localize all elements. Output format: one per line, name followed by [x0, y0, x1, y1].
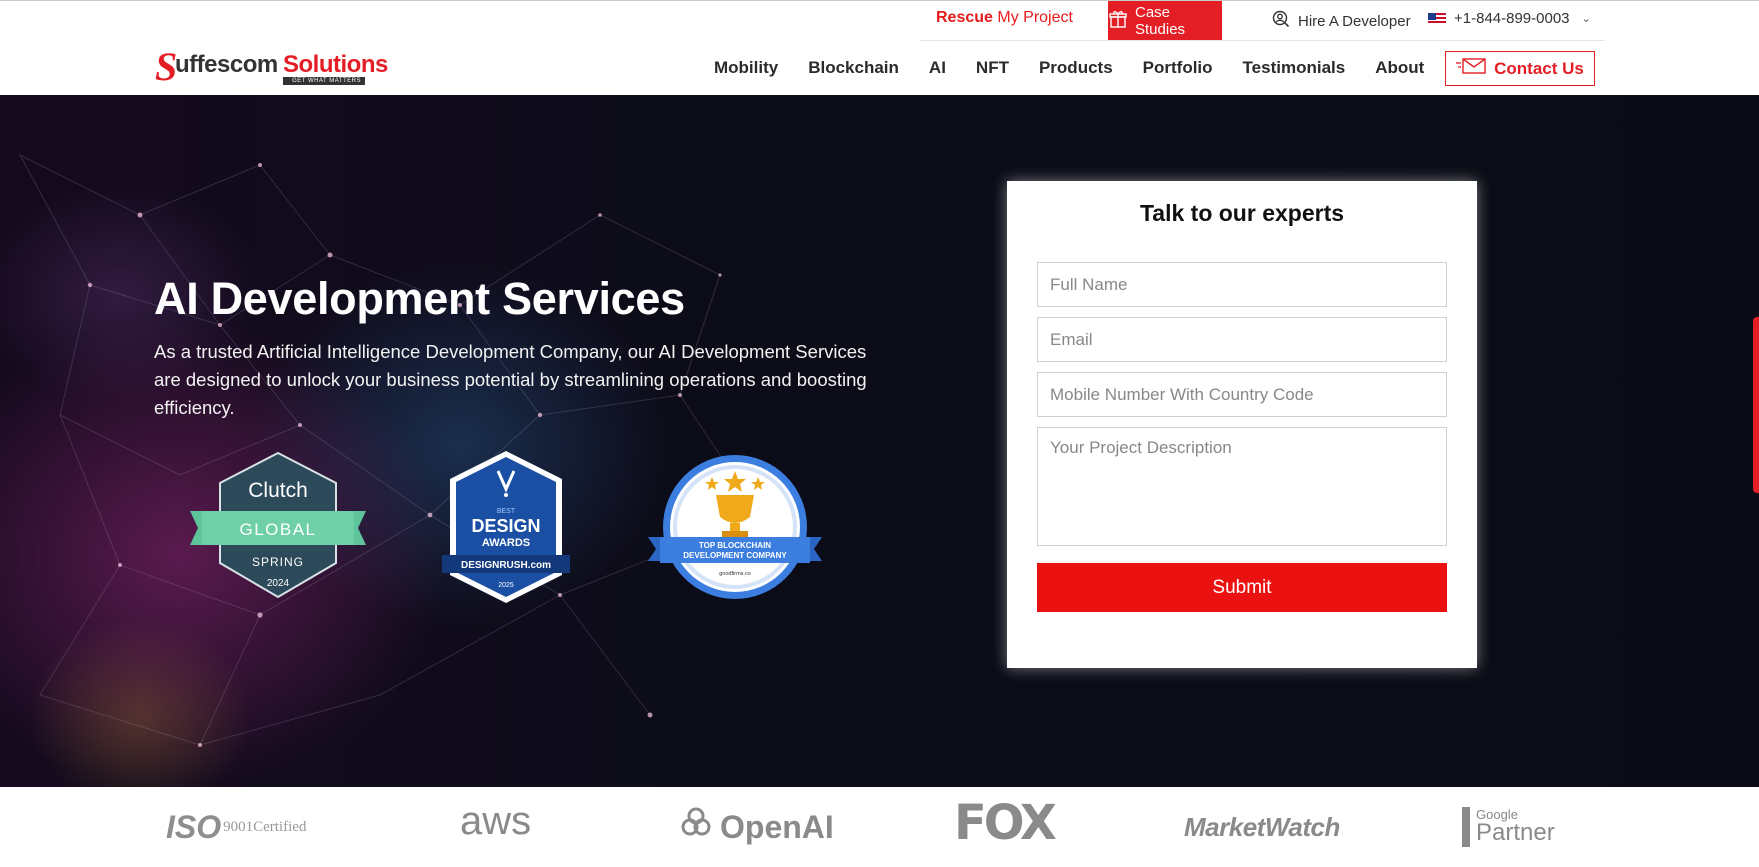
contact-form-card: Talk to our experts Full Name Email Mobi…: [1007, 181, 1477, 668]
openai-knot-icon: [678, 805, 714, 849]
nav-item-products[interactable]: Products: [1039, 58, 1113, 78]
goodfirms-site: goodfirms.co: [719, 571, 751, 577]
nav-item-about[interactable]: About: [1375, 58, 1424, 78]
aws-logo: aws: [460, 797, 531, 845]
nav-item-mobility[interactable]: Mobility: [714, 58, 778, 78]
project-description-textarea[interactable]: Your Project Description: [1037, 427, 1447, 546]
hero-title: AI Development Services: [154, 273, 685, 324]
nav-item-portfolio[interactable]: Portfolio: [1143, 58, 1213, 78]
design-top: BEST: [497, 508, 516, 515]
nav-item-testimonials[interactable]: Testimonials: [1243, 58, 1346, 78]
clutch-global-badge: Clutch GLOBAL SPRING 2024: [186, 451, 370, 599]
rescue-label: Rescue: [936, 9, 993, 26]
logo-tagline: GET WHAT MATTERS: [283, 77, 365, 85]
main-nav: Mobility Blockchain AI NFT Products Port…: [714, 58, 1454, 78]
envelope-icon: [1456, 57, 1486, 80]
case-studies-button[interactable]: Case Studies: [1108, 1, 1222, 40]
rescue-my-project-link[interactable]: Rescue My Project: [936, 9, 1073, 27]
mobile-number-input[interactable]: Mobile Number With Country Code: [1037, 372, 1447, 417]
google-partner-bar: [1462, 807, 1470, 847]
openai-text: OpenAI: [720, 808, 834, 845]
hire-developer-label: Hire A Developer: [1298, 12, 1411, 30]
nav-item-nft[interactable]: NFT: [976, 58, 1009, 78]
phone-number: +1-844-899-0003: [1454, 10, 1570, 27]
top-bar: Rescue My Project Case Studies Hire A De…: [920, 1, 1605, 41]
case-studies-label: Case Studies: [1135, 3, 1186, 38]
iso-certified-logo: ISO 9001Certified: [166, 803, 306, 851]
nav-item-blockchain[interactable]: Blockchain: [808, 58, 899, 78]
contact-us-button[interactable]: Contact Us: [1445, 51, 1595, 86]
fox-text: FOX: [954, 795, 1057, 851]
phone-selector[interactable]: +1-844-899-0003 ⌄: [1428, 10, 1591, 27]
iso-text: ISO: [166, 808, 222, 845]
chevron-down-icon: ⌄: [1581, 13, 1591, 25]
email-input[interactable]: Email: [1037, 317, 1447, 362]
goodfirms-line2: DEVELOPMENT COMPANY: [683, 551, 787, 560]
partner-text: Partner: [1476, 819, 1555, 846]
clutch-year: 2024: [267, 578, 290, 589]
contact-us-label: Contact Us: [1494, 58, 1584, 78]
user-search-icon: [1272, 10, 1290, 32]
goodfirms-badge: TOP BLOCKCHAIN DEVELOPMENT COMPANY goodf…: [648, 453, 822, 601]
design-year: 2025: [498, 582, 514, 589]
hire-developer-link[interactable]: Hire A Developer: [1272, 10, 1411, 32]
clutch-name: Clutch: [248, 479, 308, 502]
aws-text: aws: [460, 798, 532, 843]
goodfirms-line1: TOP BLOCKCHAIN: [699, 541, 771, 550]
nav-item-ai[interactable]: AI: [929, 58, 946, 78]
us-flag-icon: [1428, 12, 1446, 25]
form-heading: Talk to our experts: [1139, 200, 1345, 226]
logo-initial: S: [155, 44, 178, 89]
openai-logo: OpenAI: [678, 803, 834, 851]
network-background-graphic: [18, 153, 762, 747]
design-sub: AWARDS: [482, 537, 530, 549]
marketwatch-logo: MarketWatch: [1184, 803, 1340, 851]
hero-description: As a trusted Artificial Intelligence Dev…: [154, 341, 867, 418]
client-logo-strip: ISO 9001Certified aws OpenAI FOX MarketW…: [0, 787, 1759, 867]
full-name-input[interactable]: Full Name: [1037, 262, 1447, 307]
designrush-award-badge: BEST DESIGN AWARDS DESIGNRUSH.com 2025: [442, 449, 570, 605]
design-ribbon: DESIGNRUSH.com: [461, 560, 551, 571]
site-logo[interactable]: S uffescom Solutions GET WHAT MATTERS: [155, 44, 388, 89]
gift-box-icon: [1108, 9, 1128, 33]
submit-button[interactable]: Submit: [1037, 563, 1447, 612]
iso-cert-text: 9001Certified: [223, 818, 307, 835]
hero-section: AI Development Services As a trusted Art…: [0, 95, 1759, 787]
marketwatch-text: MarketWatch: [1184, 811, 1340, 842]
fox-logo: FOX: [954, 795, 1057, 851]
my-project-label: My Project: [997, 9, 1073, 26]
logo-word-2: Solutions: [283, 51, 388, 78]
design-main: DESIGN: [471, 516, 540, 536]
clutch-ribbon: GLOBAL: [239, 520, 316, 539]
clutch-season: SPRING: [252, 555, 304, 569]
site-header: Rescue My Project Case Studies Hire A De…: [0, 0, 1759, 95]
logo-word-1: uffescom: [175, 51, 278, 78]
side-tab-edge[interactable]: [1753, 317, 1759, 493]
